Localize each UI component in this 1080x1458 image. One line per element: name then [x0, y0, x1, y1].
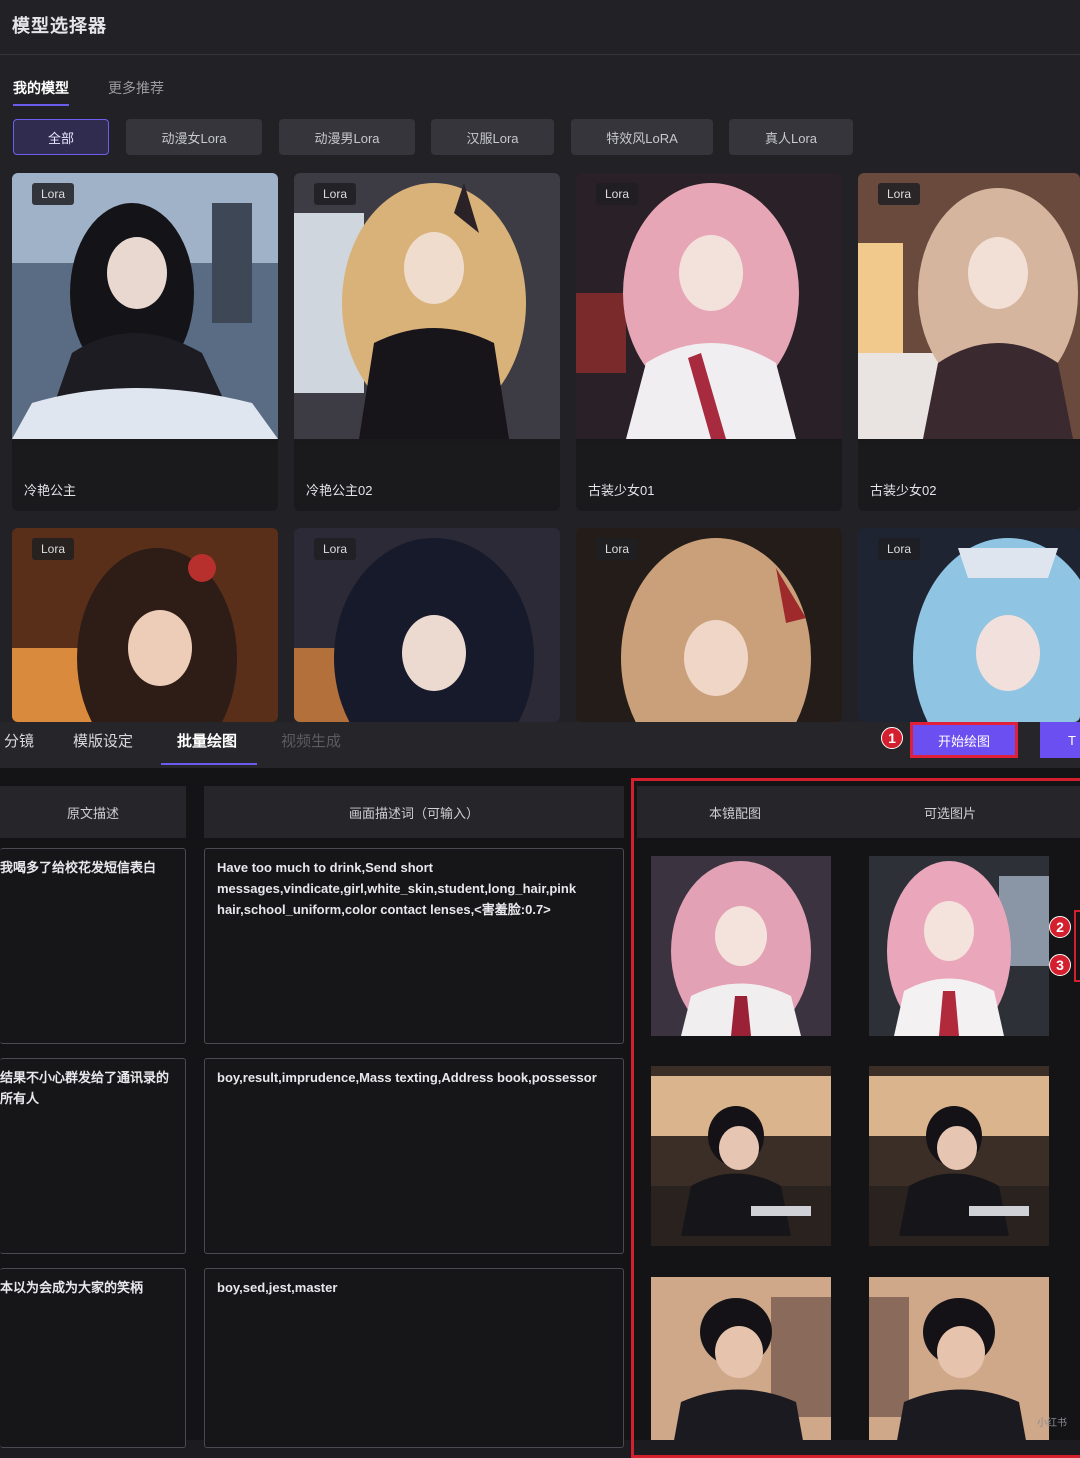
filter-effects-lora[interactable]: 特效风LoRA — [571, 119, 713, 155]
column-header-original: 原文描述 — [0, 786, 186, 838]
lora-badge: Lora — [32, 538, 75, 560]
model-name: 冷艳公主02 — [306, 483, 373, 498]
model-card[interactable]: Lora — [576, 528, 842, 722]
prompt-input[interactable]: Have too much to drink,Send short messag… — [204, 848, 624, 1044]
model-selector-panel: 模型选择器 我的模型 更多推荐 全部 动漫女Lora 动漫男Lora 汉服Lor… — [0, 0, 1080, 722]
lora-badge: Lora — [314, 183, 357, 205]
model-card[interactable]: Lora — [294, 528, 560, 722]
model-name: 冷艳公主 — [24, 483, 77, 498]
annotation-bracket — [1074, 910, 1080, 982]
annotation-marker-1: 1 — [881, 727, 903, 749]
filter-all[interactable]: 全部 — [13, 119, 109, 155]
model-card[interactable]: Lora 冷艳公主 — [12, 173, 278, 511]
divider — [0, 54, 1080, 55]
lora-badge: Lora — [32, 183, 75, 205]
lora-badge: Lora — [878, 538, 921, 560]
start-drawing-button[interactable]: 开始绘图 — [910, 722, 1018, 758]
filter-anime-female-lora[interactable]: 动漫女Lora — [126, 119, 262, 155]
tab-video-generation[interactable]: 视频生成 — [281, 730, 341, 751]
original-text-cell: 本以为会成为大家的笑柄 — [0, 1268, 186, 1448]
card-caption-bg — [858, 439, 1080, 511]
annotation-marker-2: 2 — [1049, 916, 1071, 938]
model-thumbnail — [294, 173, 560, 439]
filter-anime-male-lora[interactable]: 动漫男Lora — [279, 119, 415, 155]
lora-badge: Lora — [878, 183, 921, 205]
card-caption-bg — [294, 439, 560, 511]
card-caption-bg — [576, 439, 842, 511]
image-area-highlight — [631, 778, 1080, 1458]
tab-batch-drawing[interactable]: 批量绘图 — [160, 730, 258, 765]
tab-template-settings[interactable]: 模版设定 — [73, 730, 133, 751]
model-thumbnail — [12, 173, 278, 439]
tab-storyboard[interactable]: 分镜 — [4, 730, 34, 751]
model-card[interactable]: Lora 冷艳公主02 — [294, 173, 560, 511]
model-thumbnail — [858, 173, 1080, 439]
model-name: 古装少女02 — [870, 483, 937, 498]
annotation-marker-3: 3 — [1049, 954, 1071, 976]
watermark: 小红书 — [1037, 1418, 1067, 1429]
model-card[interactable]: Lora 古装少女02 — [858, 173, 1080, 511]
original-text-cell: 我喝多了给校花发短信表白 — [0, 848, 186, 1044]
card-caption-bg — [12, 439, 278, 511]
secondary-action-button[interactable]: T — [1040, 722, 1080, 758]
model-card[interactable]: Lora — [12, 528, 278, 722]
column-header-prompt: 画面描述词（可输入） — [204, 786, 624, 838]
filter-real-person-lora[interactable]: 真人Lora — [729, 119, 853, 155]
original-text-cell: 结果不小心群发给了通讯录的所有人 — [0, 1058, 186, 1254]
page-title: 模型选择器 — [12, 16, 107, 36]
lora-badge: Lora — [314, 538, 357, 560]
tab-more-recommended[interactable]: 更多推荐 — [108, 78, 164, 98]
model-card[interactable]: Lora 古装少女01 — [576, 173, 842, 511]
model-name: 古装少女01 — [588, 483, 655, 498]
prompt-input[interactable]: boy,result,imprudence,Mass texting,Addre… — [204, 1058, 624, 1254]
lora-badge: Lora — [596, 183, 639, 205]
model-thumbnail — [576, 173, 842, 439]
lora-badge: Lora — [596, 538, 639, 560]
tab-my-models[interactable]: 我的模型 — [13, 78, 69, 106]
prompt-input[interactable]: boy,sed,jest,master — [204, 1268, 624, 1448]
model-card[interactable]: Lora — [858, 528, 1080, 722]
filter-hanfu-lora[interactable]: 汉服Lora — [431, 119, 554, 155]
